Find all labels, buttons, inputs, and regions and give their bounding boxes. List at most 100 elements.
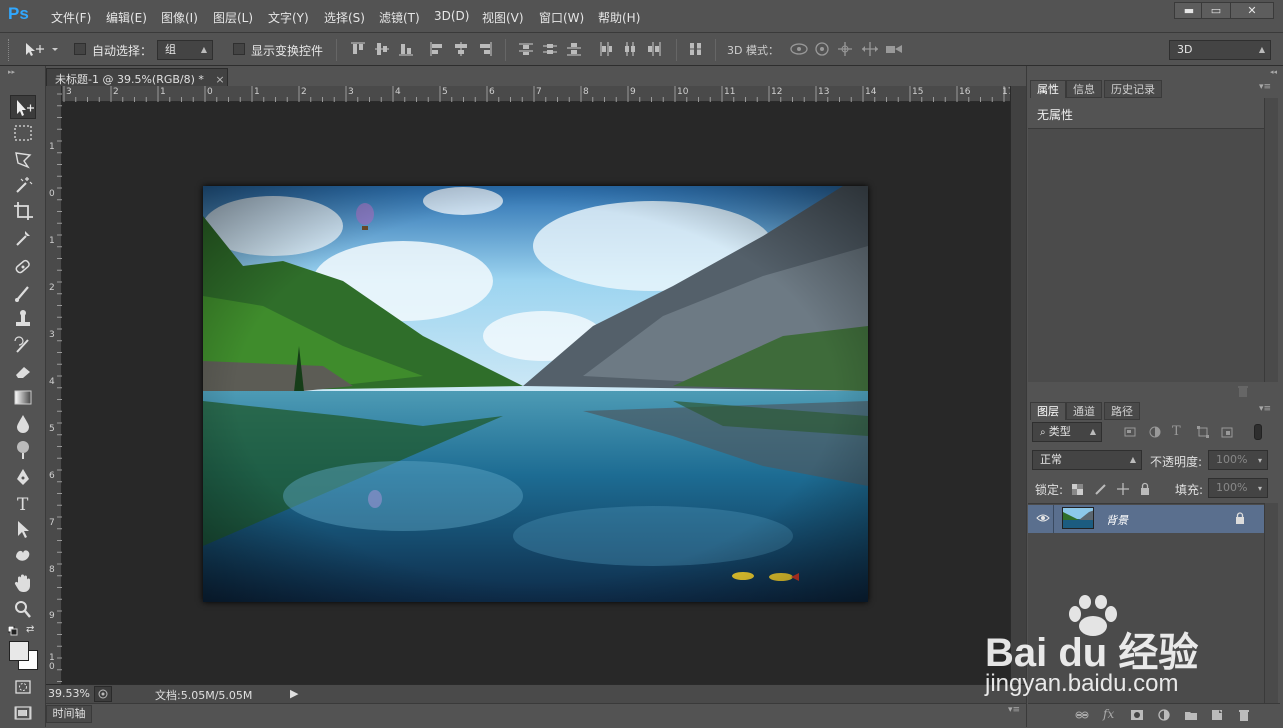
distribute-left-icon[interactable] [598,41,614,57]
eyedropper-tool-icon[interactable] [10,225,36,249]
align-vcenter-icon[interactable] [374,41,390,57]
menu-layer[interactable]: 图层(L) [213,9,253,26]
foreground-color-swatch[interactable] [9,641,29,661]
document-tab[interactable]: 未标题-1 @ 39.5%(RGB/8) * × [46,68,228,87]
crop-tool-icon[interactable] [10,199,36,223]
tab-channels[interactable]: 通道 [1066,402,1102,420]
history-brush-tool-icon[interactable] [10,333,36,357]
layer-row[interactable]: 背景 [1028,505,1264,533]
marquee-tool-icon[interactable] [10,121,36,145]
lock-position-icon[interactable] [1116,482,1130,496]
filter-pixel-icon[interactable] [1123,425,1137,439]
link-layers-icon[interactable] [1075,708,1089,722]
brush-tool-icon[interactable] [10,281,36,305]
grip-handle[interactable] [8,39,11,61]
lasso-tool-icon[interactable] [10,147,36,171]
collapse-arrows-icon[interactable]: ▸▸ [8,68,38,76]
move-tool-preset-icon[interactable] [24,41,60,57]
menu-window[interactable]: 窗口(W) [539,9,584,26]
align-right-icon[interactable] [477,41,493,57]
panel-menu-icon[interactable]: ▾≡ [1259,82,1271,92]
status-menu-button[interactable] [94,686,112,702]
layer-style-icon[interactable]: fx [1103,707,1114,721]
maximize-button[interactable]: ▭ [1201,2,1231,19]
menu-filter[interactable]: 滤镜(T) [379,9,420,26]
hand-tool-icon[interactable] [10,571,36,595]
panel-menu-icon[interactable]: ▾≡ [1259,404,1271,414]
tab-properties[interactable]: 属性 [1030,80,1066,98]
lock-all-icon[interactable] [1138,482,1152,496]
distribute-hcenter-icon[interactable] [622,41,638,57]
menu-type[interactable]: 文字(Y) [268,9,309,26]
new-group-icon[interactable] [1184,708,1198,722]
magic-wand-tool-icon[interactable] [10,173,36,197]
blend-mode-dropdown[interactable]: 正常 ▲ [1032,450,1142,470]
canvas-image[interactable] [203,186,868,602]
menu-image[interactable]: 图像(I) [161,9,198,26]
zoom-tool-icon[interactable] [10,597,36,621]
lock-transparent-icon[interactable] [1071,483,1084,496]
tab-history[interactable]: 历史记录 [1104,80,1162,98]
eraser-tool-icon[interactable] [10,359,36,383]
delete-layer-icon[interactable] [1237,708,1251,722]
collapse-panels-icon[interactable]: ◂◂ [1270,68,1277,76]
align-hcenter-icon[interactable] [453,41,469,57]
menu-help[interactable]: 帮助(H) [598,9,640,26]
default-colors-icon[interactable] [7,625,18,636]
distribute-right-icon[interactable] [646,41,662,57]
move-tool-icon[interactable] [10,95,36,119]
blur-tool-icon[interactable] [10,411,36,435]
close-button[interactable]: ✕ [1230,2,1274,19]
auto-select-dropdown[interactable]: 组 ▲ [157,40,213,60]
timeline-tab[interactable]: 时间轴 [46,705,92,723]
dodge-tool-icon[interactable] [10,437,36,461]
auto-select-checkbox[interactable] [74,43,86,55]
type-tool-icon[interactable]: T [10,491,36,515]
layer-name[interactable]: 背景 [1106,512,1128,528]
horizontal-ruler[interactable]: 3 2 1 0 1 2 3 4 5 6 7 8 9 10 11 12 13 14… [62,86,1013,102]
menu-3d[interactable]: 3D(D) [434,9,469,23]
trash-icon[interactable] [1236,384,1250,398]
workspace-dropdown[interactable]: 3D ▲ [1169,40,1271,60]
filter-shape-icon[interactable] [1196,425,1210,439]
vertical-ruler[interactable]: 1 0 1 2 3 4 5 6 7 8 9 1 0 [46,86,62,684]
vertical-scrollbar[interactable] [1010,86,1026,684]
adjustment-layer-icon[interactable] [1157,708,1171,722]
layers-scrollbar[interactable] [1264,503,1278,703]
layer-filter-dropdown[interactable]: ⌕ 类型 ▲ [1032,422,1102,442]
pen-tool-icon[interactable] [10,465,36,489]
align-left-icon[interactable] [429,41,445,57]
distribute-top-icon[interactable] [518,41,534,57]
filter-adjustment-icon[interactable] [1148,425,1162,439]
3d-orbit-icon[interactable] [789,41,809,57]
custom-shape-tool-icon[interactable] [10,543,36,567]
auto-align-icon[interactable] [688,41,704,57]
tab-info[interactable]: 信息 [1066,80,1102,98]
swap-colors-icon[interactable]: ⇄ [26,625,36,635]
menu-edit[interactable]: 编辑(E) [106,9,147,26]
minimize-button[interactable]: ▬ [1174,2,1204,19]
tab-layers[interactable]: 图层 [1030,402,1066,420]
opacity-field[interactable]: 100% ▾ [1208,450,1268,470]
menu-select[interactable]: 选择(S) [324,9,365,26]
align-top-icon[interactable] [350,41,366,57]
clone-stamp-tool-icon[interactable] [10,307,36,331]
3d-scale-icon[interactable] [884,41,904,57]
eye-icon[interactable] [1036,513,1050,523]
menu-view[interactable]: 视图(V) [482,9,524,26]
path-selection-tool-icon[interactable] [10,517,36,541]
filter-smart-object-icon[interactable] [1220,425,1234,439]
3d-slide-icon[interactable] [860,41,880,57]
healing-brush-tool-icon[interactable] [10,255,36,279]
fill-field[interactable]: 100% ▾ [1208,478,1268,498]
menu-file[interactable]: 文件(F) [51,9,91,26]
distribute-vcenter-icon[interactable] [542,41,558,57]
3d-pan-icon[interactable] [837,41,853,57]
3d-roll-icon[interactable] [814,41,830,57]
properties-scrollbar[interactable] [1264,98,1278,382]
layer-mask-icon[interactable] [1130,708,1144,722]
lock-pixels-icon[interactable] [1094,482,1108,496]
status-arrow-icon[interactable]: ▶ [290,687,298,700]
filter-type-icon[interactable]: T [1172,424,1181,439]
close-tab-icon[interactable]: × [215,73,224,86]
